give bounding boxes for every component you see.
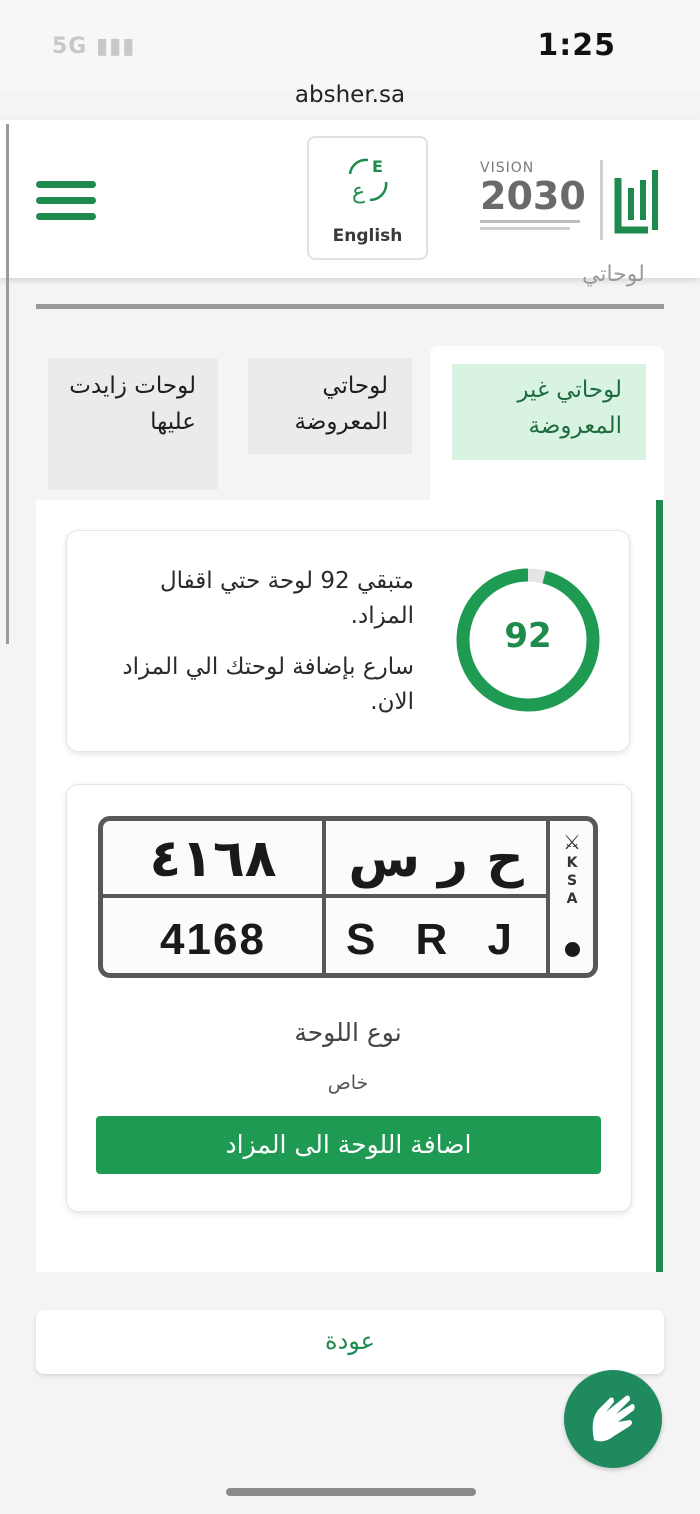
svg-text:ع: ع [352, 179, 365, 204]
plate-arabic-number: ٤١٦٨ [149, 829, 277, 889]
hurry-message: سارع بإضافة لوحتك الي المزاد الان. [122, 654, 414, 715]
address-bar-url[interactable]: absher.sa [0, 82, 700, 108]
plate-type-label: نوع اللوحة [294, 1018, 402, 1047]
absher-logo [598, 160, 660, 240]
back-button[interactable]: عودة [36, 1310, 664, 1374]
vision-year: 2030 [480, 174, 586, 218]
tab-listed-label[interactable]: لوحاتي المعروضة [258, 368, 388, 440]
countdown-message: متبقي 92 لوحة حتي اقفال المزاد. [159, 568, 414, 629]
page-heading-partial: لوحاتي [582, 262, 645, 287]
language-toggle-button[interactable]: E ع English [307, 136, 428, 260]
country-code-letter: A [566, 891, 578, 907]
panel-accent-bar [656, 500, 663, 1272]
clock: 1:25 [537, 28, 616, 63]
language-label: English [332, 226, 403, 246]
plate-divider [103, 894, 547, 898]
home-indicator [226, 1488, 476, 1496]
plate-type-value: خاص [327, 1072, 369, 1094]
vision-2030-logo: VISION 2030 [480, 160, 592, 240]
network-indicator: 5G ▮▮▮ [52, 34, 135, 59]
scroll-indicator [6, 124, 9, 644]
tab-unlisted-label[interactable]: لوحاتي غير المعروضة [462, 372, 622, 444]
svg-text:E: E [372, 157, 383, 176]
hamburger-menu-icon[interactable] [36, 181, 96, 221]
add-to-auction-button[interactable]: اضافة اللوحة الى المزاد [96, 1116, 601, 1174]
plate-english-letters: S R J [345, 915, 527, 964]
country-code: KSA [552, 854, 592, 908]
language-switch-icon: E ع [348, 157, 387, 204]
divider [36, 304, 664, 309]
plate-country-strip: ⚔ KSA [552, 830, 592, 908]
saudi-emblem-icon: ⚔ [563, 830, 581, 854]
plate-arabic-letters: ح ر س [348, 829, 524, 889]
tab-bid-label[interactable]: لوحات زايدت عليها [60, 368, 196, 440]
sign-language-button[interactable] [564, 1370, 662, 1468]
plate-dot [565, 942, 580, 957]
plate-english-number: 4168 [160, 915, 266, 964]
network-label: 5G [52, 34, 88, 59]
signal-bars-icon: ▮▮▮ [96, 34, 136, 59]
countdown-value: 92 [504, 616, 552, 656]
sign-language-icon [592, 1395, 635, 1442]
country-code-letter: S [566, 873, 578, 889]
country-code-letter: K [566, 855, 578, 871]
